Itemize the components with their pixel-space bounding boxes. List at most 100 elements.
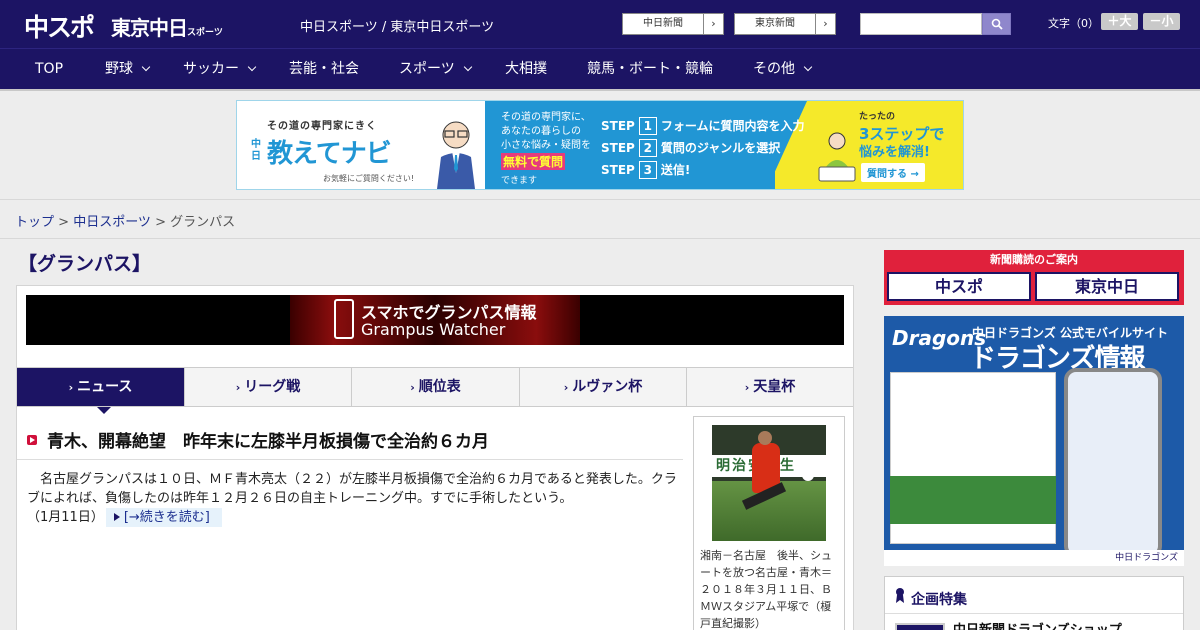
grampus-watcher-banner[interactable]: スマホでグランパス情報 Grampus Watcher [26, 295, 844, 345]
nav-label: 大相撲 [505, 61, 547, 77]
chevron-right-icon: › [815, 14, 835, 34]
photo-caption: 湘南－名古屋 後半、シュートを放つ名古屋・青木＝２０１８年３月１１日、ＢＭＷスタ… [700, 549, 832, 630]
banner-chunichi-mark: 中日 [251, 139, 261, 162]
banner-step-3: STEP 3 送信! [601, 161, 690, 179]
step-number: 1 [638, 117, 657, 135]
step-number: 3 [638, 161, 657, 179]
nav-item-soccer[interactable]: サッカー [183, 49, 257, 90]
chevron-down-icon [247, 62, 257, 72]
play-icon [27, 435, 37, 445]
feature-box: 企画特集 中日新聞ドラゴンズショップ [884, 576, 1184, 630]
breadcrumb-chunichi-link[interactable]: 中日スポーツ [73, 215, 151, 230]
article-date: （1月11日） [27, 510, 104, 525]
tab-levain-cup[interactable]: › ルヴァン杯 [520, 368, 687, 406]
banner-y1: たったの [859, 112, 896, 122]
article-title[interactable]: 青木、開幕絶望 昨年末に左膝半月板損傷で全治約６カ月 [47, 427, 489, 452]
banner-desc-line: あなたの暮らしの [501, 126, 581, 137]
tab-label: 天皇杯 [753, 379, 796, 395]
banner-title: 教えてナビ [267, 139, 392, 169]
banner-desc-line: 小さな悩み・疑問を [501, 140, 591, 151]
article-body: 名古屋グランパスは１０日、ＭＦ青木亮太（２２）が左膝半月板損傷で全治約６カ月であ… [27, 470, 683, 527]
font-smaller-button[interactable]: －小 [1143, 13, 1180, 30]
chevron-right-icon: › [68, 381, 74, 394]
tab-label: 順位表 [418, 379, 461, 395]
banner-dekimasu: できます [501, 176, 538, 186]
nav-item-top[interactable]: TOP [35, 49, 63, 90]
link-label: 東京新聞 [755, 18, 795, 29]
banner-description: その道の専門家に、 あなたの暮らしの 小さな悩み・疑問を [501, 111, 591, 153]
link-label: 中日新聞 [643, 18, 683, 29]
breadcrumb-separator: > [54, 215, 74, 230]
nav-item-baseball[interactable]: 野球 [105, 49, 151, 90]
nav-item-racing[interactable]: 競馬・ボート・競輪 [587, 49, 713, 90]
subscribe-label: 東京中日 [1074, 277, 1139, 296]
tab-label: リーグ戦 [244, 379, 301, 395]
article-photo[interactable]: 明治安田生 [712, 425, 826, 541]
main-nav: TOP 野球 サッカー 芸能・社会 スポーツ 大相撲 競馬・ボート・競輪 その他 [0, 48, 1200, 89]
nav-label: サッカー [183, 61, 239, 77]
read-more-link[interactable]: [→続きを読む] [105, 508, 222, 527]
oshiete-navi-banner[interactable]: その道の専門家にきく 中日 教えてナビ お気軽にご質問ください! その道の専門家… [236, 100, 964, 190]
subscribe-chuspo-button[interactable]: 中スポ [887, 272, 1031, 301]
search-button[interactable] [982, 13, 1011, 35]
banner-question-button[interactable]: 質問する → [861, 163, 925, 182]
smartphone-icon [334, 299, 354, 339]
breadcrumb-top-link[interactable]: トップ [15, 215, 54, 230]
breadcrumb-separator: > [150, 215, 171, 230]
section-tabs: › ニュース › リーグ戦 › 順位表 › ルヴァン杯 › 天皇杯 [17, 367, 853, 407]
nav-label: TOP [35, 61, 64, 77]
chevron-right-icon: › [744, 381, 750, 394]
chunichi-shimbun-link[interactable]: 中日新聞 › [622, 13, 724, 35]
gw-banner-line2: Grampus Watcher [361, 320, 506, 339]
tab-news[interactable]: › ニュース [17, 368, 185, 406]
nav-label: 野球 [105, 61, 133, 77]
nav-item-other[interactable]: その他 [753, 49, 813, 90]
field-illustration [890, 476, 1056, 524]
chevron-right-icon: › [703, 14, 723, 34]
font-size-label: 文字（0） [1048, 17, 1099, 30]
font-larger-button[interactable]: ＋大 [1101, 13, 1138, 30]
tokyo-chunichi-logo[interactable]: 東京中日スポーツ [111, 12, 223, 41]
tab-emperors-cup[interactable]: › 天皇杯 [687, 368, 853, 406]
divider [0, 238, 1200, 239]
banner-step-2: STEP 2 質問のジャンルを選択 [601, 139, 780, 157]
step-word: STEP [601, 163, 635, 177]
photo-player-head [758, 431, 772, 445]
chevron-right-icon: › [235, 381, 241, 394]
article-photo-box: 明治安田生 湘南－名古屋 後半、シュートを放つ名古屋・青木＝２０１８年３月１１日… [693, 416, 845, 630]
phone-illustration [1064, 368, 1162, 558]
step-text: 質問のジャンルを選択 [660, 141, 781, 155]
top-header: 中スポ 東京中日スポーツ 中日スポーツ / 東京中日スポーツ 中日新聞 › 東京… [0, 0, 1200, 48]
step-text: 送信! [660, 163, 691, 177]
banner-free-badge: 無料で質問 [501, 153, 566, 170]
banner-desc-line: その道の専門家に、 [501, 112, 591, 123]
feature-item-link[interactable]: 中日新聞ドラゴンズショップ [953, 619, 1122, 630]
step-word: STEP [601, 119, 635, 133]
person-laptop-icon [818, 132, 856, 182]
banner-step-1: STEP 1 フォームに質問内容を入力 [601, 117, 804, 135]
feature-thumbnail[interactable] [895, 623, 945, 630]
active-tab-pointer [97, 407, 111, 414]
divider [17, 459, 683, 460]
tokyo-shimbun-link[interactable]: 東京新聞 › [734, 13, 836, 35]
nav-label: スポーツ [399, 61, 455, 77]
feature-title: 企画特集 [911, 592, 967, 608]
nav-item-sumo[interactable]: 大相撲 [505, 49, 547, 90]
subscribe-tokyo-button[interactable]: 東京中日 [1035, 272, 1179, 301]
nav-item-sports[interactable]: スポーツ [399, 49, 472, 90]
nav-label: 競馬・ボート・競輪 [587, 61, 713, 77]
tab-standings[interactable]: › 順位表 [352, 368, 520, 406]
subscription-heading: 新聞購読のご案内 [990, 253, 1078, 266]
search-input[interactable] [860, 13, 982, 35]
tab-label: ルヴァン杯 [572, 379, 643, 395]
chevron-down-icon [803, 62, 813, 72]
tab-league[interactable]: › リーグ戦 [185, 368, 352, 406]
dragons-mobile-banner[interactable]: Dragons 中日ドラゴンズ 公式モバイルサイト ドラゴンズ情報 中日ドラゴン… [884, 316, 1184, 566]
tab-label: ニュース [77, 379, 133, 395]
chuspo-logo[interactable]: 中スポ [24, 8, 95, 44]
page-title: 【グランパス】 [18, 253, 152, 275]
nav-item-entertainment[interactable]: 芸能・社会 [289, 49, 359, 90]
site-name: 中日スポーツ / 東京中日スポーツ [300, 20, 495, 35]
step-text: フォームに質問内容を入力 [660, 119, 805, 133]
tokyo-logo-small: スポーツ [187, 28, 223, 38]
